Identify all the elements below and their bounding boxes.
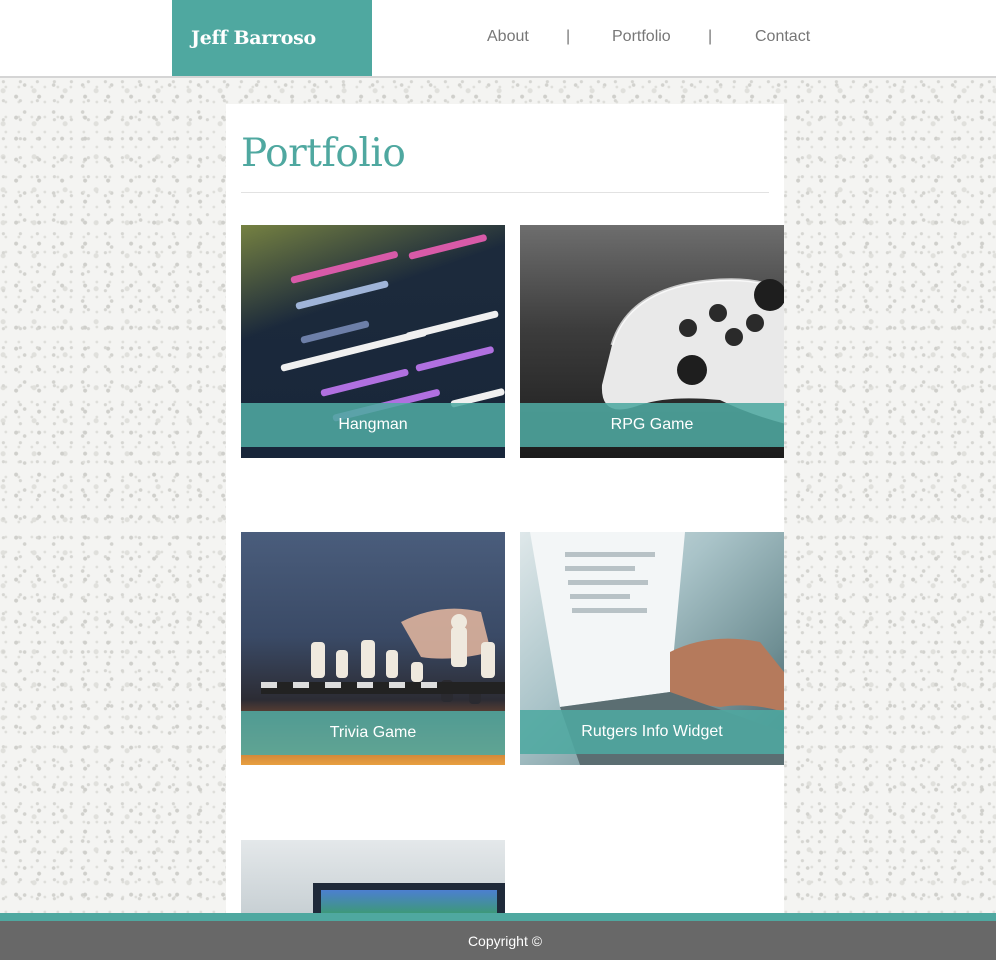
- footer-accent-bar: [0, 913, 996, 921]
- nav-about-link[interactable]: About: [487, 28, 529, 46]
- brand-name: Jeff Barroso: [191, 27, 316, 49]
- site-header: Jeff Barroso About | Portfolio | Contact: [0, 0, 996, 78]
- project-card-rutgers-info-widget[interactable]: Rutgers Info Widget: [520, 532, 784, 765]
- project-card-hangman[interactable]: Hangman: [241, 225, 505, 458]
- title-divider: [241, 192, 769, 193]
- nav-separator: |: [708, 28, 713, 45]
- page-title: Portfolio: [241, 131, 406, 176]
- site-footer: Copyright ©: [0, 921, 996, 960]
- copyright-text: Copyright ©: [467, 932, 543, 949]
- project-caption: RPG Game: [520, 403, 784, 447]
- tv-display: [321, 890, 497, 913]
- nav-separator: |: [566, 28, 571, 45]
- nav-contact-link[interactable]: Contact: [755, 28, 810, 46]
- project-caption: Trivia Game: [241, 711, 505, 755]
- project-card-5[interactable]: [241, 840, 505, 913]
- nav-portfolio-link[interactable]: Portfolio: [612, 28, 671, 46]
- project-caption: Rutgers Info Widget: [520, 710, 784, 754]
- tv-screen-image: [241, 840, 505, 913]
- project-caption: Hangman: [241, 403, 505, 447]
- project-card-rpg-game[interactable]: RPG Game: [520, 225, 784, 458]
- project-card-trivia-game[interactable]: Trivia Game: [241, 532, 505, 765]
- brand-logo-link[interactable]: Jeff Barroso: [172, 0, 372, 76]
